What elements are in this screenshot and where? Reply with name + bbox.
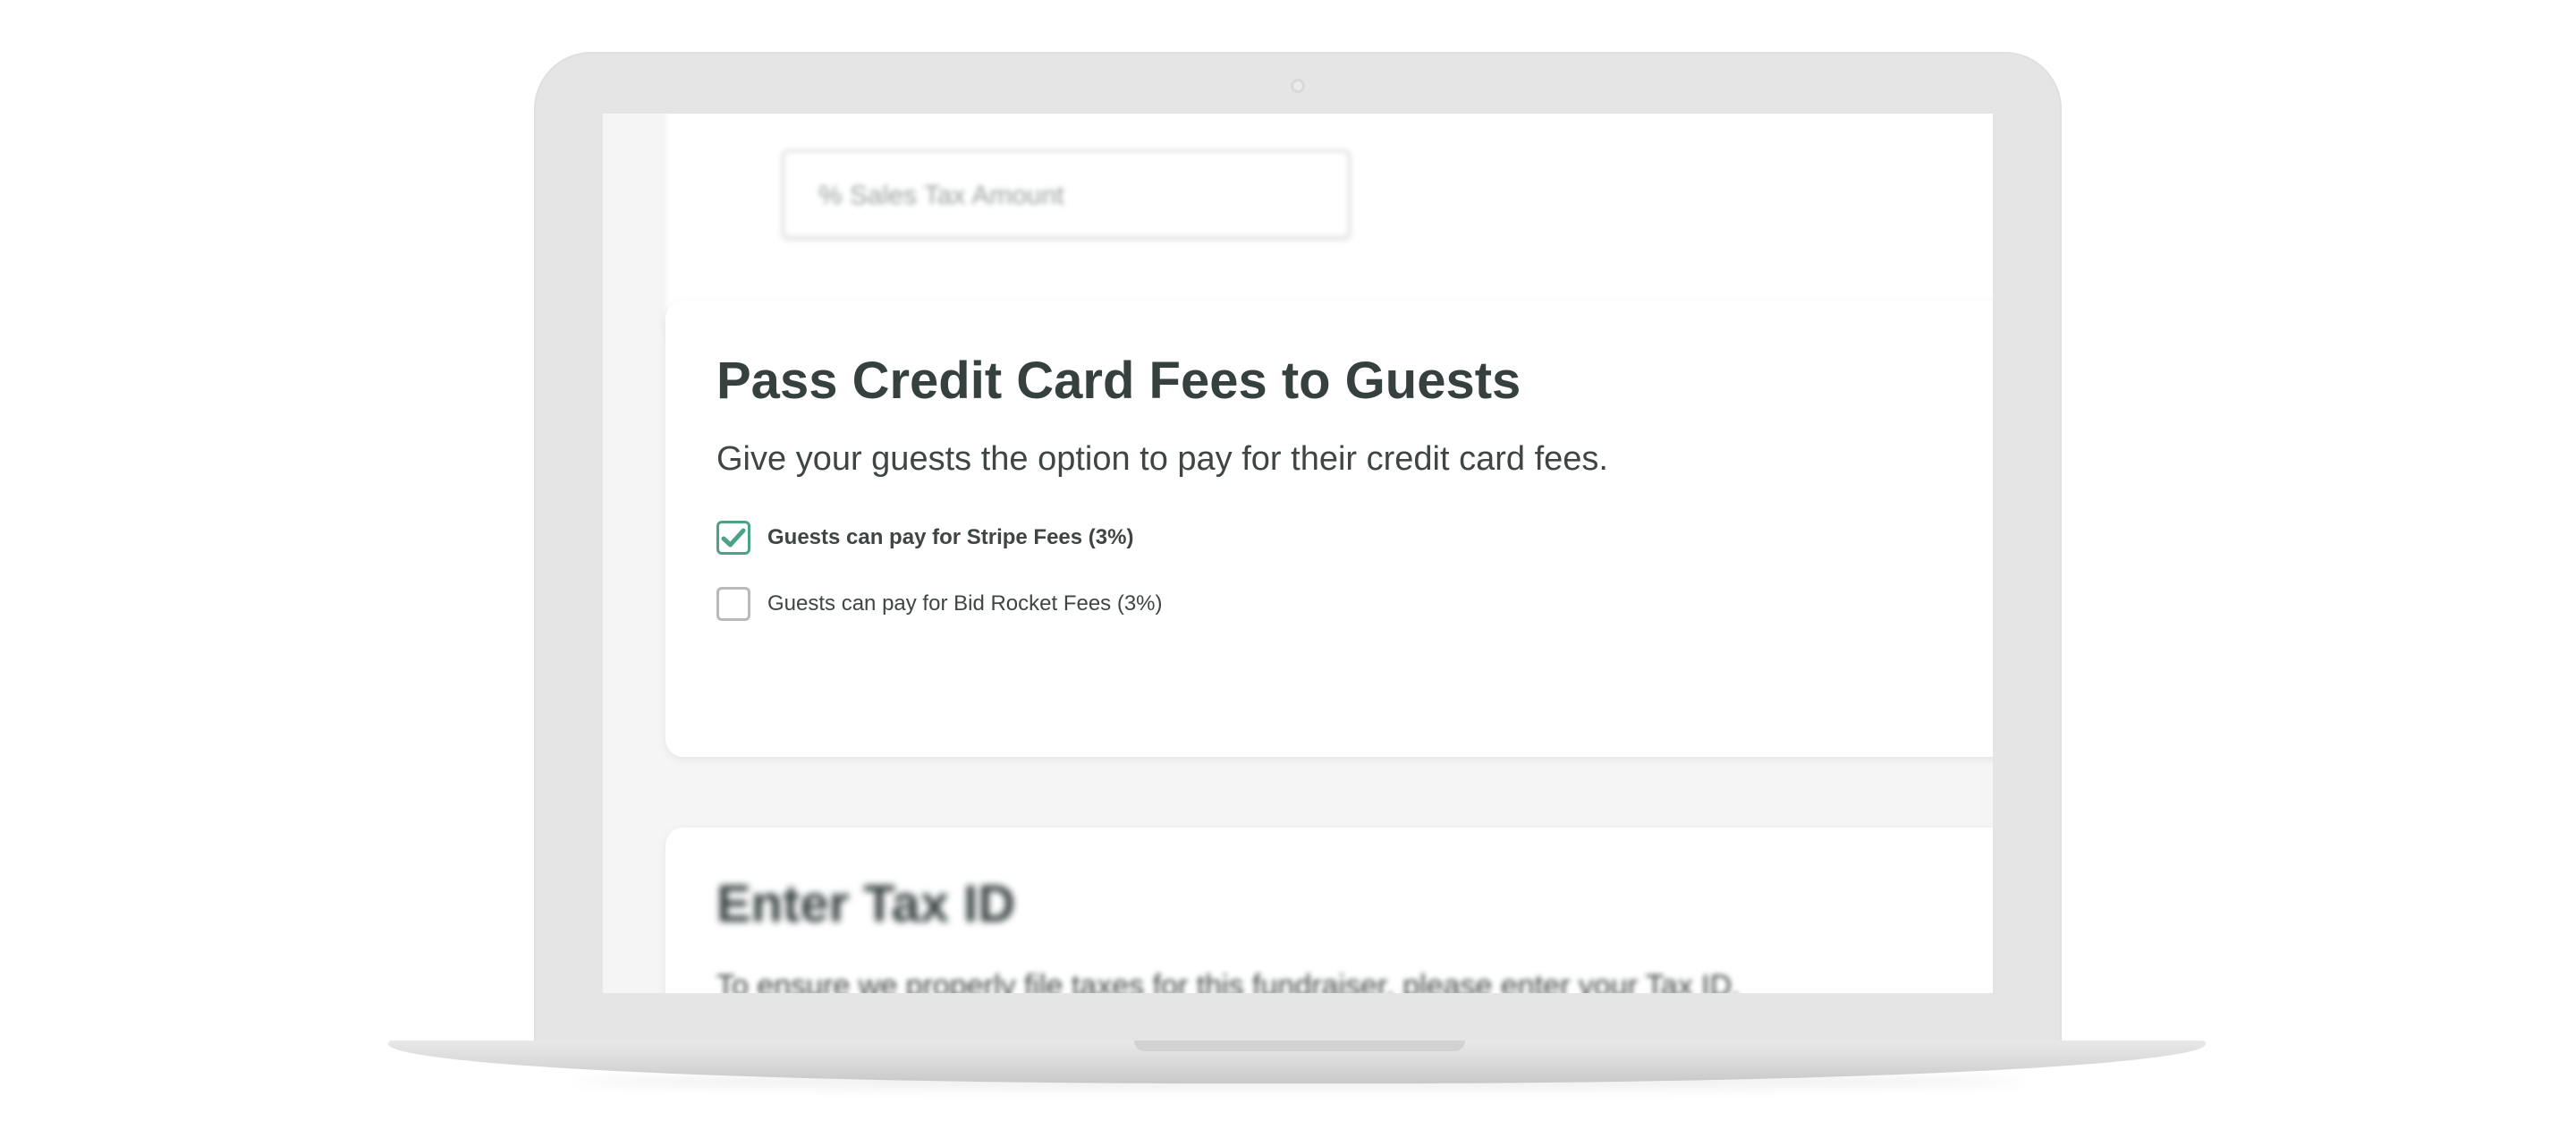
stripe-fees-checkbox[interactable] (716, 521, 750, 555)
stripe-fees-option[interactable]: Guests can pay for Stripe Fees (3%) (716, 521, 1133, 555)
credit-card-fees-card: Pass Credit Card Fees to Guests Give you… (665, 301, 1993, 757)
sales-tax-input-value: % Sales Tax Amount (818, 181, 1064, 210)
card-title: Pass Credit Card Fees to Guests (716, 352, 1521, 410)
check-icon (721, 528, 746, 548)
camera-icon (1291, 79, 1305, 93)
stripe-fees-label: Guests can pay for Stripe Fees (3%) (767, 525, 1134, 549)
device-mockup: % Sales Tax Amount Pass Credit Card Fees… (0, 0, 2576, 1147)
tax-id-card: Enter Tax ID To ensure we properly file … (665, 828, 1993, 993)
bid-rocket-fees-option[interactable]: Guests can pay for Bid Rocket Fees (3%) (716, 587, 1163, 621)
card-description: Give your guests the option to pay for t… (716, 440, 1608, 478)
tax-id-title: Enter Tax ID (716, 875, 1016, 933)
bid-rocket-fees-label: Guests can pay for Bid Rocket Fees (3%) (767, 591, 1163, 616)
screen: % Sales Tax Amount Pass Credit Card Fees… (603, 114, 1993, 993)
sales-tax-input[interactable]: % Sales Tax Amount (782, 149, 1351, 239)
tax-id-description: To ensure we properly file taxes for thi… (716, 969, 1741, 993)
bid-rocket-fees-checkbox[interactable] (716, 587, 750, 621)
laptop-base-notch (1134, 1041, 1465, 1051)
